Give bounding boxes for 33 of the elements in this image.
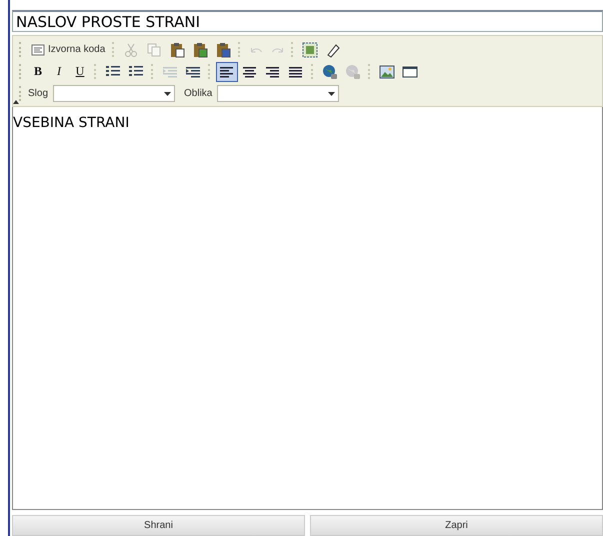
close-button[interactable]: Zapri <box>310 515 603 536</box>
combo-label: Slog <box>28 88 48 99</box>
select-all-icon <box>302 42 318 58</box>
undo-icon <box>250 46 262 52</box>
paste-icon <box>169 42 186 58</box>
align-left-button[interactable] <box>216 62 238 82</box>
page-content-text: VSEBINA STRANI <box>13 115 130 131</box>
redo-icon <box>272 46 283 52</box>
copy-icon <box>146 42 162 58</box>
dropdown-arrow-icon <box>328 92 336 96</box>
toolbar-grip <box>19 64 23 79</box>
save-button[interactable]: Shrani <box>12 515 305 536</box>
toolbar-grip <box>19 42 23 57</box>
bold-button[interactable]: B <box>28 62 48 82</box>
paste-word-icon <box>215 42 232 58</box>
combo-label: Oblika <box>184 88 212 99</box>
source-button[interactable]: Izvorna koda <box>28 40 108 60</box>
dropdown-field[interactable] <box>53 85 176 102</box>
table-icon <box>402 64 418 80</box>
dropdown-field[interactable] <box>217 85 340 102</box>
title-field[interactable]: NASLOV PROSTE STRANI <box>12 10 603 32</box>
link-icon <box>322 64 338 80</box>
underline-button[interactable]: U <box>70 62 90 82</box>
editor-area[interactable]: VSEBINA STRANI <box>12 107 603 510</box>
dropdown-arrow-icon <box>164 92 172 96</box>
paste-text-icon <box>192 42 208 58</box>
toolbar-grip <box>19 86 23 101</box>
eraser-icon <box>325 42 342 58</box>
unlink-icon <box>345 64 361 80</box>
italic-button[interactable]: I <box>49 62 69 82</box>
cut-icon <box>123 42 140 58</box>
document-icon <box>31 44 45 56</box>
image-icon <box>379 64 395 80</box>
